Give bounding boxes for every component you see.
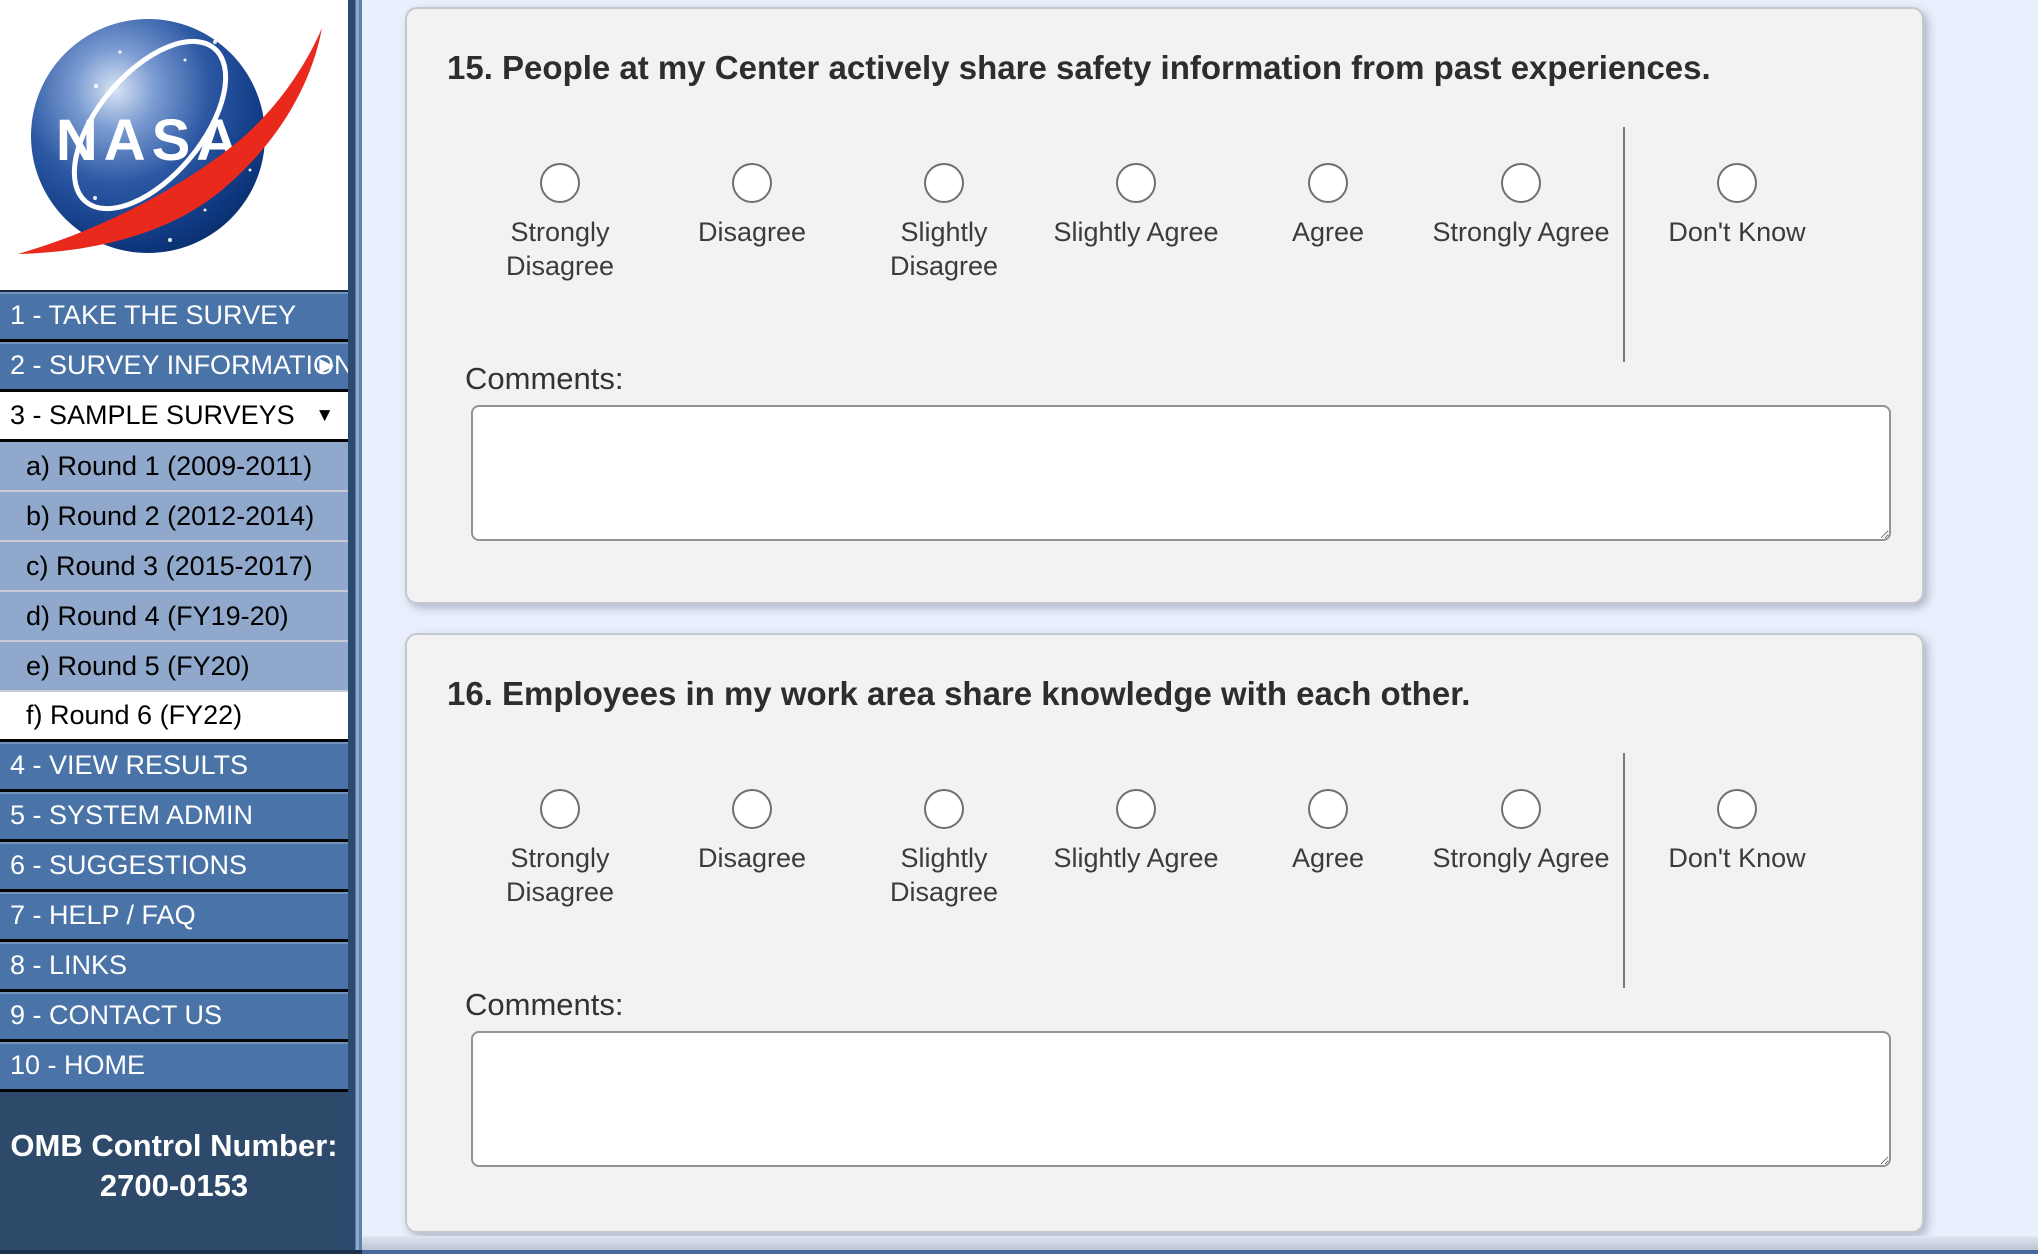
- q16-option-disagree: Disagree: [660, 789, 844, 875]
- q16-option-slightly-disagree: Slightly Disagree: [852, 789, 1036, 909]
- sidebar-item-home[interactable]: 10 - HOME: [0, 1042, 348, 1092]
- q16-radio-disagree[interactable]: [732, 789, 772, 829]
- q15-option-dont-know: Don't Know: [1645, 163, 1829, 249]
- q16-label-dont-know: Don't Know: [1645, 841, 1829, 875]
- q15-option-strongly-disagree: Strongly Disagree: [468, 163, 652, 283]
- q15-comments-label: Comments:: [465, 361, 623, 397]
- q15-label-agree: Agree: [1236, 215, 1420, 249]
- q16-option-slightly-agree: Slightly Agree: [1044, 789, 1228, 875]
- sidebar-item-round-5[interactable]: e) Round 5 (FY20): [0, 642, 348, 692]
- q16-radio-agree[interactable]: [1308, 789, 1348, 829]
- sidebar-menu: 1 - TAKE THE SURVEY 2 - SURVEY INFORMATI…: [0, 292, 348, 1092]
- sidebar-item-survey-information[interactable]: 2 - SURVEY INFORMATION▶: [0, 342, 348, 392]
- q15-option-strongly-agree: Strongly Agree: [1429, 163, 1613, 249]
- q15-option-slightly-disagree: Slightly Disagree: [852, 163, 1036, 283]
- sidebar-item-system-admin[interactable]: 5 - SYSTEM ADMIN: [0, 792, 348, 842]
- omb-line2: 2700-0153: [0, 1166, 348, 1206]
- q16-label-slightly-agree: Slightly Agree: [1044, 841, 1228, 875]
- sidebar-item-round-6[interactable]: f) Round 6 (FY22): [0, 692, 348, 742]
- q16-label-agree: Agree: [1236, 841, 1420, 875]
- q15-radio-dont-know[interactable]: [1717, 163, 1757, 203]
- sidebar-bottom-line: [0, 1250, 362, 1254]
- q15-label-strongly-disagree: Strongly Disagree: [468, 215, 652, 283]
- q15-label-slightly-agree: Slightly Agree: [1044, 215, 1228, 249]
- q16-option-agree: Agree: [1236, 789, 1420, 875]
- q16-label-slightly-disagree: Slightly Disagree: [852, 841, 1036, 909]
- question-15-title: 15. People at my Center actively share s…: [447, 49, 1711, 87]
- sidebar: NASA 1 - TAKE THE SURVEY 2 - SURVEY INFO…: [0, 0, 362, 1254]
- sidebar-item-suggestions[interactable]: 6 - SUGGESTIONS: [0, 842, 348, 892]
- question-15-panel: 15. People at my Center actively share s…: [405, 7, 1924, 604]
- q15-label-dont-know: Don't Know: [1645, 215, 1829, 249]
- q16-option-strongly-agree: Strongly Agree: [1429, 789, 1613, 875]
- sidebar-right-border: [348, 0, 362, 1254]
- omb-control-number: OMB Control Number: 2700-0153: [0, 1092, 348, 1254]
- q16-label-strongly-agree: Strongly Agree: [1429, 841, 1613, 875]
- q15-radio-disagree[interactable]: [732, 163, 772, 203]
- sidebar-item-links[interactable]: 8 - LINKS: [0, 942, 348, 992]
- q15-dont-know-divider: [1623, 127, 1625, 362]
- q15-radio-agree[interactable]: [1308, 163, 1348, 203]
- submenu-right-arrow-icon: ▶: [319, 342, 334, 389]
- q16-comments-label: Comments:: [465, 987, 623, 1023]
- sidebar-item-contact-us[interactable]: 9 - CONTACT US: [0, 992, 348, 1042]
- q16-option-dont-know: Don't Know: [1645, 789, 1829, 875]
- q16-comments-textarea[interactable]: [471, 1031, 1891, 1167]
- sidebar-item-help-faq[interactable]: 7 - HELP / FAQ: [0, 892, 348, 942]
- bottom-line: [362, 1250, 2038, 1254]
- q15-option-slightly-agree: Slightly Agree: [1044, 163, 1228, 249]
- q16-option-strongly-disagree: Strongly Disagree: [468, 789, 652, 909]
- sidebar-item-round-1[interactable]: a) Round 1 (2009-2011): [0, 442, 348, 492]
- submenu-down-arrow-icon: ▼: [315, 392, 334, 439]
- q15-radio-strongly-disagree[interactable]: [540, 163, 580, 203]
- omb-line1: OMB Control Number:: [0, 1126, 348, 1166]
- q16-radio-dont-know[interactable]: [1717, 789, 1757, 829]
- q16-radio-strongly-disagree[interactable]: [540, 789, 580, 829]
- sidebar-item-sample-surveys[interactable]: 3 - SAMPLE SURVEYS▼: [0, 392, 348, 442]
- q15-radio-slightly-agree[interactable]: [1116, 163, 1156, 203]
- sidebar-item-take-the-survey[interactable]: 1 - TAKE THE SURVEY: [0, 292, 348, 342]
- q16-radio-slightly-agree[interactable]: [1116, 789, 1156, 829]
- q15-label-slightly-disagree: Slightly Disagree: [852, 215, 1036, 283]
- sidebar-item-round-2[interactable]: b) Round 2 (2012-2014): [0, 492, 348, 542]
- q16-radio-strongly-agree[interactable]: [1501, 789, 1541, 829]
- q16-radio-slightly-disagree[interactable]: [924, 789, 964, 829]
- q15-option-disagree: Disagree: [660, 163, 844, 249]
- q15-label-disagree: Disagree: [660, 215, 844, 249]
- q15-option-agree: Agree: [1236, 163, 1420, 249]
- q15-comments-textarea[interactable]: [471, 405, 1891, 541]
- question-16-title: 16. Employees in my work area share know…: [447, 675, 1470, 713]
- bottom-strip: [362, 1236, 2038, 1250]
- q15-label-strongly-agree: Strongly Agree: [1429, 215, 1613, 249]
- sidebar-item-view-results[interactable]: 4 - VIEW RESULTS: [0, 742, 348, 792]
- q15-radio-strongly-agree[interactable]: [1501, 163, 1541, 203]
- q16-label-strongly-disagree: Strongly Disagree: [468, 841, 652, 909]
- q15-radio-slightly-disagree[interactable]: [924, 163, 964, 203]
- nasa-logo[interactable]: NASA: [0, 0, 348, 292]
- q16-label-disagree: Disagree: [660, 841, 844, 875]
- q16-dont-know-divider: [1623, 753, 1625, 988]
- question-16-panel: 16. Employees in my work area share know…: [405, 633, 1924, 1233]
- nasa-logo-image: NASA: [0, 0, 348, 290]
- sidebar-item-round-4[interactable]: d) Round 4 (FY19-20): [0, 592, 348, 642]
- sidebar-item-round-3[interactable]: c) Round 3 (2015-2017): [0, 542, 348, 592]
